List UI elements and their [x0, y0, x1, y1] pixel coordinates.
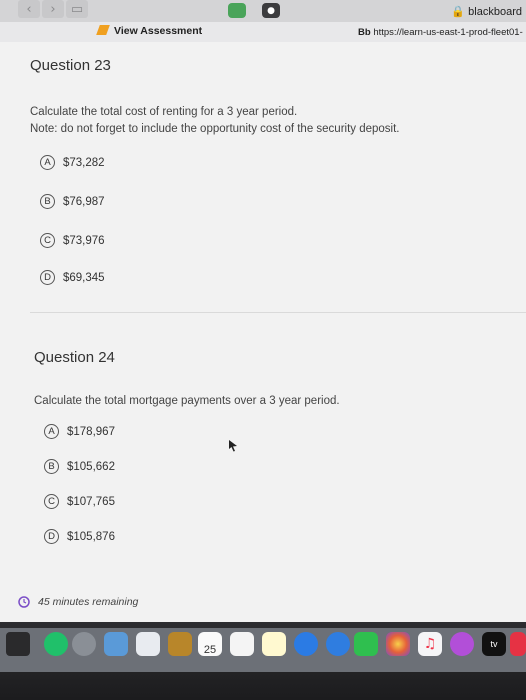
option-text: $105,876	[67, 530, 115, 543]
reminders-icon[interactable]	[230, 632, 254, 656]
option-text: $76,987	[63, 195, 105, 208]
option-letter: C	[40, 233, 55, 248]
option-text: $105,662	[67, 460, 115, 473]
q23-option-b[interactable]: B $76,987	[40, 194, 105, 209]
option-letter: C	[44, 494, 59, 509]
preview-icon[interactable]	[104, 632, 128, 656]
notes-icon[interactable]	[262, 632, 286, 656]
shield-icon[interactable]: ●	[262, 3, 280, 18]
question-24-title: Question 24	[34, 349, 115, 366]
tab-title-text: View Assessment	[114, 25, 203, 37]
tab-title[interactable]: View Assessment	[96, 25, 203, 37]
top-address-label: blackboard	[468, 6, 522, 18]
nav-buttons: ‹ › ▭	[18, 0, 90, 18]
top-address[interactable]: 🔒 blackboard	[451, 5, 522, 18]
q24-option-b[interactable]: B $105,662	[44, 459, 115, 474]
messages-bubble-icon[interactable]	[326, 632, 350, 656]
option-letter: D	[44, 529, 59, 544]
question-24-text: Calculate the total mortgage payments ov…	[34, 395, 340, 407]
q23-option-a[interactable]: A $73,282	[40, 155, 105, 170]
q23-option-c[interactable]: C $73,976	[40, 233, 105, 248]
forward-button[interactable]: ›	[42, 0, 64, 18]
option-letter: A	[44, 424, 59, 439]
launchpad-icon[interactable]	[72, 632, 96, 656]
option-letter: D	[40, 270, 55, 285]
tab-row: View Assessment Bb https://learn-us-east…	[0, 22, 526, 43]
lock-icon: 🔒	[451, 6, 466, 18]
option-text: $178,967	[67, 425, 115, 438]
url-text: https://learn-us-east-1-prod-fleet01-	[373, 27, 523, 38]
option-text: $73,282	[63, 156, 105, 169]
mouse-cursor-icon	[229, 440, 237, 452]
apple-tv-icon[interactable]: tv	[482, 632, 506, 656]
tabs-icon[interactable]: ▭	[66, 0, 88, 18]
news-icon[interactable]	[510, 632, 526, 656]
option-text: $69,345	[63, 271, 105, 284]
photos-app-icon[interactable]	[386, 632, 410, 656]
timer-icon	[18, 596, 30, 608]
option-letter: A	[40, 155, 55, 170]
contacts-icon[interactable]	[168, 632, 192, 656]
pencil-icon	[96, 25, 110, 35]
timer: 45 minutes remaining	[18, 596, 138, 608]
tv-label: tv	[490, 639, 498, 649]
question-divider	[30, 312, 526, 313]
question-23-text: Calculate the total cost of renting for …	[30, 104, 400, 138]
question-23-line1: Calculate the total cost of renting for …	[30, 106, 298, 118]
safari-icon[interactable]	[294, 632, 318, 656]
calendar-day: 25	[203, 644, 217, 656]
option-letter: B	[40, 194, 55, 209]
q24-option-c[interactable]: C $107,765	[44, 494, 115, 509]
chrome-icon[interactable]	[44, 632, 68, 656]
photos-icon[interactable]	[136, 632, 160, 656]
q24-option-a[interactable]: A $178,967	[44, 424, 115, 439]
question-23-title: Question 23	[30, 57, 111, 74]
option-text: $73,976	[63, 234, 105, 247]
timer-text: 45 minutes remaining	[38, 596, 139, 608]
question-23-line2: Note: do not forget to include the oppor…	[30, 123, 400, 135]
podcasts-icon[interactable]	[450, 632, 474, 656]
calendar-icon[interactable]: 25	[198, 632, 222, 656]
assessment-page: Question 23 Calculate the total cost of …	[0, 42, 526, 622]
bb-icon: Bb	[358, 27, 371, 38]
facetime-icon[interactable]	[354, 632, 378, 656]
q23-option-d[interactable]: D $69,345	[40, 270, 105, 285]
url-bar[interactable]: Bb https://learn-us-east-1-prod-fleet01-	[358, 27, 523, 38]
back-button[interactable]: ‹	[18, 0, 40, 18]
finder-icon[interactable]	[6, 632, 30, 656]
extension-icon[interactable]	[228, 3, 246, 18]
browser-chrome: ‹ › ▭ ● 🔒 blackboard	[0, 0, 526, 22]
option-letter: B	[44, 459, 59, 474]
music-icon[interactable]: ♫	[418, 632, 442, 656]
option-text: $107,765	[67, 495, 115, 508]
q24-option-d[interactable]: D $105,876	[44, 529, 115, 544]
